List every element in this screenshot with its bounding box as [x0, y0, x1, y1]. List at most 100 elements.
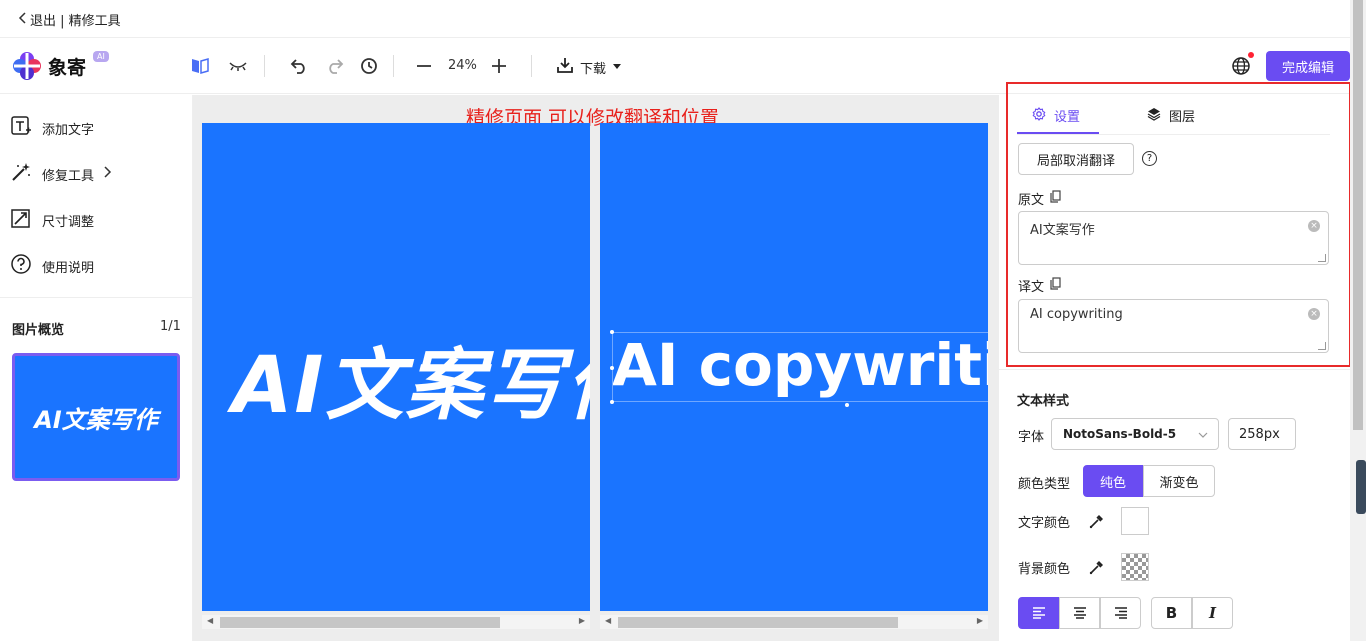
image-thumbnail[interactable]: AI文案写作: [12, 353, 180, 481]
sidebar-item-add-text[interactable]: 添加文字: [10, 115, 94, 141]
translation-label: 译文: [1018, 276, 1061, 295]
scrollbar-thumb[interactable]: [1353, 0, 1363, 430]
local-cancel-translation-button[interactable]: 局部取消翻译: [1018, 143, 1134, 175]
resize-handle[interactable]: [610, 330, 614, 334]
resize-handle[interactable]: [845, 403, 849, 407]
overview-count: 1/1: [160, 319, 181, 334]
finish-edit-button[interactable]: 完成编辑: [1266, 51, 1350, 81]
logo-icon: [12, 51, 42, 81]
undo-icon[interactable]: [288, 55, 310, 77]
exit-link[interactable]: 退出 | 精修工具: [18, 10, 121, 29]
eyedropper-icon[interactable]: [1088, 558, 1108, 578]
download-button[interactable]: 下载: [556, 57, 622, 77]
section-divider: [999, 369, 1350, 370]
tab-label: 图层: [1169, 110, 1196, 125]
left-sidebar: 添加文字 修复工具 尺寸调整 使用说明 图片概览 1/1 AI文案写作: [0, 95, 193, 641]
chevron-right-icon: [104, 166, 112, 182]
layers-icon: [1147, 107, 1161, 125]
color-type-label: 颜色类型: [1018, 477, 1071, 492]
history-icon[interactable]: [358, 55, 380, 77]
italic-button[interactable]: I: [1192, 597, 1233, 629]
textarea-resize-handle[interactable]: [1318, 254, 1326, 262]
sidebar-item-instructions[interactable]: 使用说明: [10, 253, 94, 279]
tab-settings[interactable]: 设置: [1032, 106, 1080, 125]
clear-icon[interactable]: ×: [1308, 308, 1320, 320]
font-label: 字体: [1018, 430, 1045, 445]
font-size-input[interactable]: 258px: [1228, 418, 1296, 450]
translation-text-field[interactable]: AI copywriting ×: [1018, 299, 1329, 353]
font-select[interactable]: NotoSans-Bold-5: [1051, 418, 1219, 450]
caret-down-icon: [612, 60, 622, 75]
scroll-left-icon[interactable]: ◀: [605, 616, 611, 625]
exit-label: 退出 | 精修工具: [30, 14, 121, 29]
gradient-color-option[interactable]: 渐变色: [1143, 465, 1215, 497]
overview-title: 图片概览: [12, 323, 65, 338]
textarea-resize-handle[interactable]: [1318, 342, 1326, 350]
ai-badge: AI: [93, 51, 109, 62]
zoom-in-icon[interactable]: [488, 55, 510, 77]
translated-image-panel[interactable]: AI copywriting: [600, 123, 988, 611]
side-widget[interactable]: [1356, 460, 1366, 514]
horizontal-scrollbar[interactable]: ◀ ▶: [600, 615, 988, 629]
copy-icon[interactable]: [1050, 277, 1061, 294]
eyedropper-icon[interactable]: [1088, 512, 1108, 532]
zoom-out-icon[interactable]: [413, 55, 435, 77]
tab-layers[interactable]: 图层: [1147, 106, 1195, 125]
font-value: NotoSans-Bold-5: [1063, 427, 1177, 441]
align-right-icon[interactable]: [1100, 597, 1141, 629]
original-text-field[interactable]: AI文案写作 ×: [1018, 211, 1329, 265]
tab-label: 设置: [1054, 110, 1081, 125]
sidebar-item-label: 修复工具: [42, 168, 95, 184]
scroll-right-icon[interactable]: ▶: [977, 616, 983, 625]
redo-icon[interactable]: [324, 55, 346, 77]
original-image-panel[interactable]: AI文案写作: [202, 123, 590, 611]
notification-dot: [1248, 52, 1254, 58]
translation-label-text: 译文: [1018, 280, 1045, 295]
original-label: 原文: [1018, 189, 1061, 208]
clear-icon[interactable]: ×: [1308, 220, 1320, 232]
gear-icon: [1032, 106, 1046, 125]
resize-handle[interactable]: [610, 366, 614, 370]
download-icon: [556, 57, 574, 77]
resize-handle[interactable]: [610, 400, 614, 404]
scrollbar-thumb[interactable]: [618, 617, 898, 628]
canvas-area: 精修页面 可以修改翻译和位置 AI文案写作 AI copywriting ◀ ▶…: [193, 95, 999, 641]
sidebar-item-repair-tools[interactable]: 修复工具: [10, 161, 112, 187]
chevron-left-icon: [18, 11, 26, 28]
solid-color-option[interactable]: 纯色: [1083, 465, 1143, 497]
toolbar-divider: [264, 55, 265, 77]
thumbnail-text: AI文案写作: [34, 405, 158, 434]
text-style-title: 文本样式: [1017, 394, 1070, 409]
tab-divider: [1017, 134, 1330, 135]
chevron-down-icon: [1198, 428, 1208, 441]
original-label-text: 原文: [1018, 193, 1045, 208]
align-center-icon[interactable]: [1059, 597, 1100, 629]
question-icon[interactable]: ?: [1142, 151, 1157, 166]
page-scrollbar[interactable]: [1350, 0, 1366, 641]
top-bar: 退出 | 精修工具: [0, 0, 1350, 38]
sidebar-item-label: 尺寸调整: [42, 214, 95, 230]
active-tab-indicator: [1017, 132, 1099, 134]
magic-wand-icon: [10, 161, 32, 187]
bg-color-swatch[interactable]: [1121, 553, 1149, 581]
zoom-value: 24%: [448, 58, 477, 73]
logo-name: 象寄: [48, 56, 87, 79]
scrollbar-thumb[interactable]: [220, 617, 500, 628]
globe-icon[interactable]: [1231, 56, 1253, 78]
align-left-icon[interactable]: [1018, 597, 1059, 629]
bg-color-label: 背景颜色: [1018, 562, 1071, 577]
toolbar-divider: [393, 55, 394, 77]
sidebar-divider: [0, 297, 193, 298]
logo: 象寄: [12, 51, 86, 81]
text-selection-box[interactable]: [612, 332, 988, 402]
scroll-left-icon[interactable]: ◀: [207, 616, 213, 625]
horizontal-scrollbar[interactable]: ◀ ▶: [202, 615, 590, 629]
sidebar-item-resize[interactable]: 尺寸调整: [10, 207, 94, 233]
eye-closed-icon[interactable]: [227, 55, 249, 77]
sidebar-item-label: 添加文字: [42, 122, 95, 138]
bold-button[interactable]: B: [1151, 597, 1192, 629]
copy-icon[interactable]: [1050, 190, 1061, 207]
compare-icon[interactable]: [189, 55, 211, 77]
scroll-right-icon[interactable]: ▶: [579, 616, 585, 625]
text-color-swatch[interactable]: [1121, 507, 1149, 535]
